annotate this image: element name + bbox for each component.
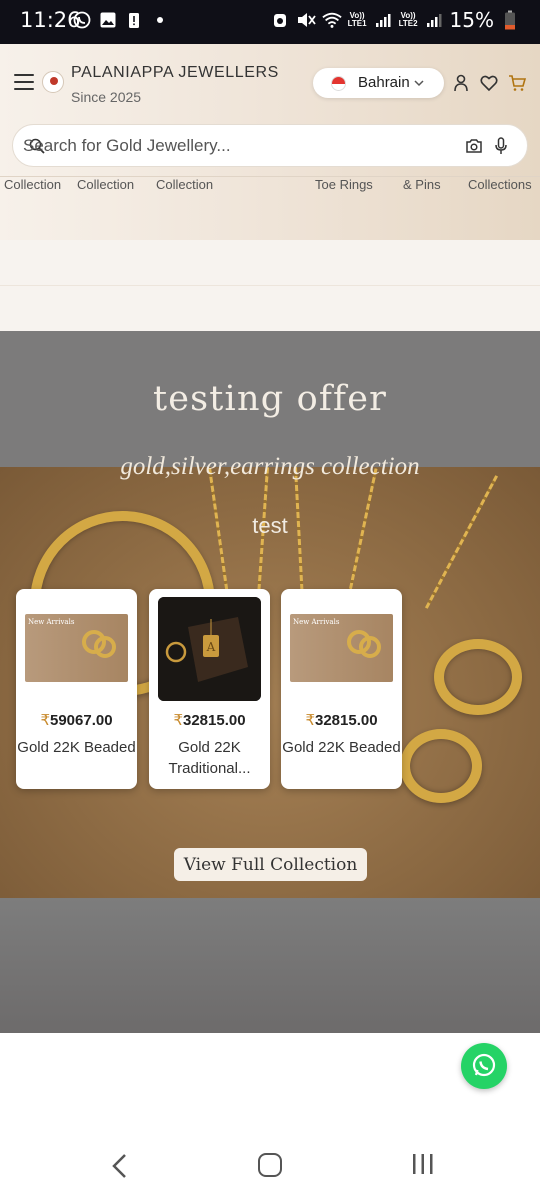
heart-icon[interactable] xyxy=(480,74,498,97)
status-bar: 11:26 Vo)) LTE1 Vo)) LTE2 15% xyxy=(0,0,540,44)
product-name: Gold 22K Traditional... xyxy=(168,739,251,777)
view-full-collection-button[interactable]: View Full Collection xyxy=(174,848,367,881)
product-name: Gold 22K Beaded xyxy=(17,739,136,756)
category-item[interactable]: Collections xyxy=(468,177,532,192)
category-item[interactable]: Collection xyxy=(156,177,213,192)
brand-logo[interactable] xyxy=(42,71,64,93)
category-item[interactable]: Toe Rings xyxy=(315,177,373,192)
signal-1-icon xyxy=(373,10,393,30)
signal-2-icon xyxy=(424,10,444,30)
gallery-notification-icon xyxy=(98,10,118,30)
search-input[interactable] xyxy=(23,125,463,166)
category-strip[interactable]: Collection Collection Collection Toe Rin… xyxy=(0,176,540,192)
svg-text:A: A xyxy=(206,640,216,654)
product-image: New Arrivals xyxy=(25,614,128,682)
category-item[interactable]: Collection xyxy=(77,177,134,192)
system-nav-bar xyxy=(0,1131,540,1200)
mute-icon xyxy=(296,10,316,30)
sim1-label: Vo)) LTE1 xyxy=(347,11,367,28)
product-image: A xyxy=(158,597,261,701)
battery-percent: 15% xyxy=(449,8,494,32)
bahrain-flag-icon xyxy=(331,76,346,91)
battery-icon xyxy=(500,10,520,30)
offer-subtitle: gold,silver,earrings collection xyxy=(120,453,420,480)
alarm-icon xyxy=(270,10,290,30)
notification-icons xyxy=(72,10,170,30)
brand-tagline: Since 2025 xyxy=(71,89,142,105)
category-item[interactable]: Collection xyxy=(4,177,61,192)
cart-icon[interactable] xyxy=(508,74,527,97)
product-card[interactable]: New Arrivals ₹59067.00 Gold 22K Beaded xyxy=(16,589,137,789)
country-selector[interactable]: Bahrain xyxy=(313,68,444,98)
brand-name[interactable]: PALANIAPPA JEWELLERS xyxy=(71,64,279,82)
sim2-label: Vo)) LTE2 xyxy=(398,11,418,28)
offer-section: testing offer gold,silver,earrings colle… xyxy=(0,331,540,1033)
menu-icon[interactable] xyxy=(14,74,34,92)
wifi-icon xyxy=(321,10,342,30)
battery-alert-icon xyxy=(124,10,144,30)
whatsapp-icon[interactable] xyxy=(461,1043,507,1089)
chevron-down-icon xyxy=(413,76,425,94)
product-price: ₹32815.00 xyxy=(173,712,246,729)
dot-icon xyxy=(150,10,170,30)
camera-icon[interactable] xyxy=(465,138,483,159)
thumb-label: New Arrivals xyxy=(293,618,340,626)
thumb-label: New Arrivals xyxy=(28,618,75,626)
product-name: Gold 22K Beaded xyxy=(282,739,401,756)
product-price: ₹59067.00 xyxy=(40,712,113,729)
offer-tagline: test xyxy=(252,513,288,538)
product-image: New Arrivals xyxy=(290,614,393,682)
whatsapp-notification-icon xyxy=(72,10,92,30)
home-icon[interactable] xyxy=(258,1153,282,1177)
offer-footer-bg xyxy=(0,898,540,1033)
back-icon[interactable] xyxy=(110,1153,130,1184)
product-price: ₹32815.00 xyxy=(305,712,378,729)
system-icons: Vo)) LTE1 Vo)) LTE2 15% xyxy=(270,8,520,32)
search-bar[interactable] xyxy=(12,124,528,167)
country-name: Bahrain xyxy=(358,74,410,91)
product-card[interactable]: A ₹32815.00 Gold 22K Traditional... xyxy=(149,589,270,789)
recent-apps-icon[interactable] xyxy=(411,1153,435,1180)
product-card[interactable]: New Arrivals ₹32815.00 Gold 22K Beaded xyxy=(281,589,402,789)
offer-title: testing offer xyxy=(152,379,388,419)
user-icon[interactable] xyxy=(453,74,469,97)
category-item[interactable]: & Pins xyxy=(403,177,441,192)
banner-placeholder xyxy=(0,240,540,331)
mic-icon[interactable] xyxy=(494,137,508,160)
